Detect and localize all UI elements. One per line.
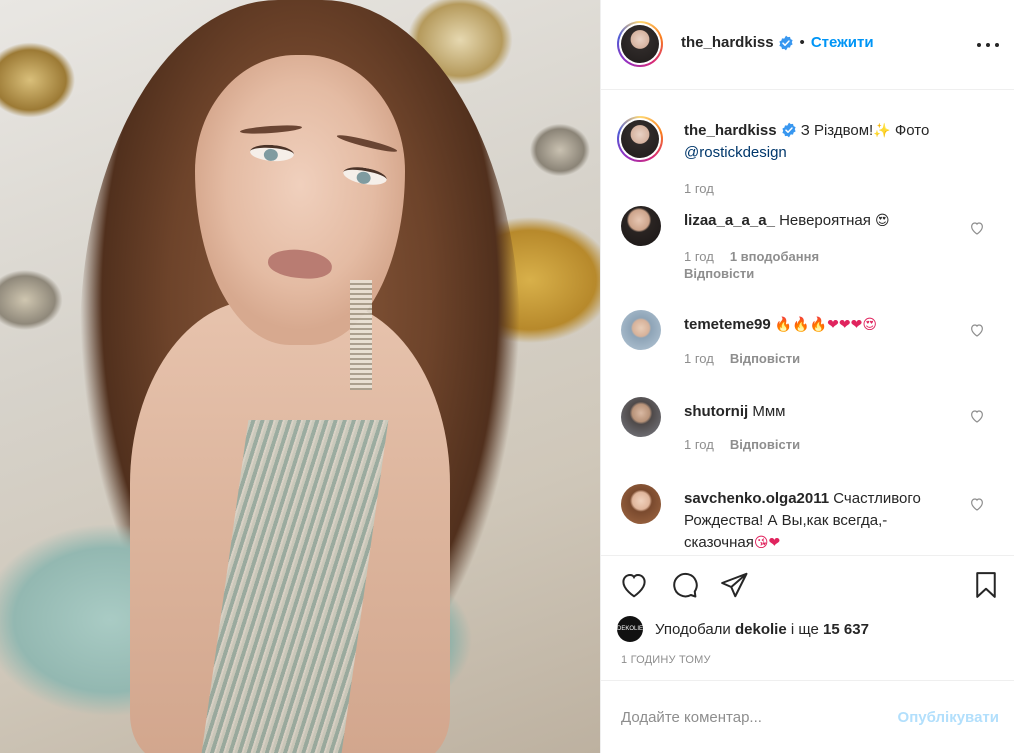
likes-prefix: Уподобали — [655, 620, 731, 638]
author-avatar[interactable] — [617, 21, 663, 67]
comment-text: Ммм — [752, 403, 786, 420]
action-bar: DEKOLIE Уподобали dekolie і ще 15 637 — [601, 555, 1014, 655]
header-user-line: the_hardkiss • Стежити — [681, 34, 874, 51]
comment-body: savchenko.olga2011 Счастливого Рождества… — [684, 488, 956, 554]
comment-like-heart-icon[interactable] — [969, 322, 985, 338]
comment-time[interactable]: 1 год — [684, 437, 714, 452]
comment-time[interactable]: 1 год — [684, 249, 714, 264]
sparkles-emoji: ✨ — [873, 123, 891, 139]
comment-like-heart-icon[interactable] — [969, 496, 985, 512]
commenter-avatar[interactable] — [621, 484, 661, 524]
share-icon[interactable] — [719, 570, 749, 600]
author-username[interactable]: the_hardkiss — [681, 34, 774, 51]
comment-time[interactable]: 1 год — [684, 351, 714, 366]
author-avatar-image — [621, 25, 659, 63]
comment-text: Невероятная — [779, 212, 871, 229]
comment-meta: 1 год Відповісти — [684, 437, 800, 452]
commenter-avatar[interactable] — [621, 397, 661, 437]
caption-author-avatar[interactable] — [617, 116, 663, 162]
heart-icon[interactable] — [619, 570, 649, 600]
post-modal: the_hardkiss • Стежити the_hardkiss З Рі… — [0, 0, 1014, 753]
comment-meta: 1 год 1 вподобання — [684, 249, 819, 264]
more-options-icon[interactable] — [977, 34, 999, 56]
comment-reply-button[interactable]: Відповісти — [730, 351, 800, 366]
comment-input[interactable] — [621, 705, 871, 729]
commenter-avatar[interactable] — [621, 310, 661, 350]
caption-mention-link[interactable]: @rostickdesign — [684, 144, 787, 161]
add-comment-bar: Опублікувати — [601, 680, 1014, 753]
post-photo[interactable] — [0, 0, 600, 753]
comment-reply-button[interactable]: Відповісти — [730, 437, 800, 452]
caption-username[interactable]: the_hardkiss — [684, 122, 777, 139]
photo-earring — [350, 280, 372, 390]
comment-meta: 1 год Відповісти — [684, 351, 800, 366]
comment-like-heart-icon[interactable] — [969, 408, 985, 424]
post-side-panel: the_hardkiss • Стежити the_hardkiss З Рі… — [600, 0, 1014, 753]
caption-text: З Різдвом! — [800, 122, 874, 139]
liker-username[interactable]: dekolie — [735, 621, 787, 638]
liker-mini-avatar: DEKOLIE — [617, 616, 643, 642]
comment-emoji: 😘❤ — [753, 535, 781, 551]
caption-author-avatar-image — [621, 120, 659, 158]
post-timestamp[interactable]: 1 ГОДИНУ ТОМУ — [621, 654, 711, 666]
comment-emoji: 😍 — [875, 213, 890, 229]
comment-username[interactable]: savchenko.olga2011 — [684, 490, 829, 507]
comment-body: lizaa_a_a_a_ Невероятная 😍 — [684, 210, 956, 232]
comment-icon[interactable] — [669, 570, 699, 600]
caption-time[interactable]: 1 год — [684, 181, 714, 196]
commenter-avatar[interactable] — [621, 206, 661, 246]
comment-body: shutornij Ммм — [684, 401, 956, 423]
verified-badge-icon — [781, 122, 796, 138]
likes-count[interactable]: 15 637 — [823, 621, 869, 638]
post-header: the_hardkiss • Стежити — [601, 0, 1014, 90]
publish-button[interactable]: Опублікувати — [898, 709, 999, 726]
comment-like-heart-icon[interactable] — [969, 220, 985, 236]
bookmark-icon[interactable] — [971, 570, 1001, 600]
caption-body: the_hardkiss З Різдвом!✨ Фото @rostickde… — [684, 120, 994, 164]
follow-button[interactable]: Стежити — [811, 34, 874, 51]
likes-middle: і ще — [790, 620, 819, 638]
likes-summary[interactable]: DEKOLIE Уподобали dekolie і ще 15 637 — [617, 616, 869, 642]
comment-username[interactable]: lizaa_a_a_a_ — [684, 212, 775, 229]
comment-emoji: 🔥🔥🔥❤❤❤😍 — [774, 317, 877, 333]
caption-photo-label: Фото — [894, 122, 930, 139]
comment-likes-count[interactable]: 1 вподобання — [730, 249, 819, 264]
comment-username[interactable]: temeteme99 — [684, 316, 771, 333]
verified-badge-icon — [778, 35, 793, 50]
comment-username[interactable]: shutornij — [684, 403, 748, 420]
comment-body: temeteme99 🔥🔥🔥❤❤❤😍 — [684, 314, 956, 336]
header-separator: • — [799, 34, 805, 51]
comment-reply-button[interactable]: Відповісти — [684, 266, 754, 281]
